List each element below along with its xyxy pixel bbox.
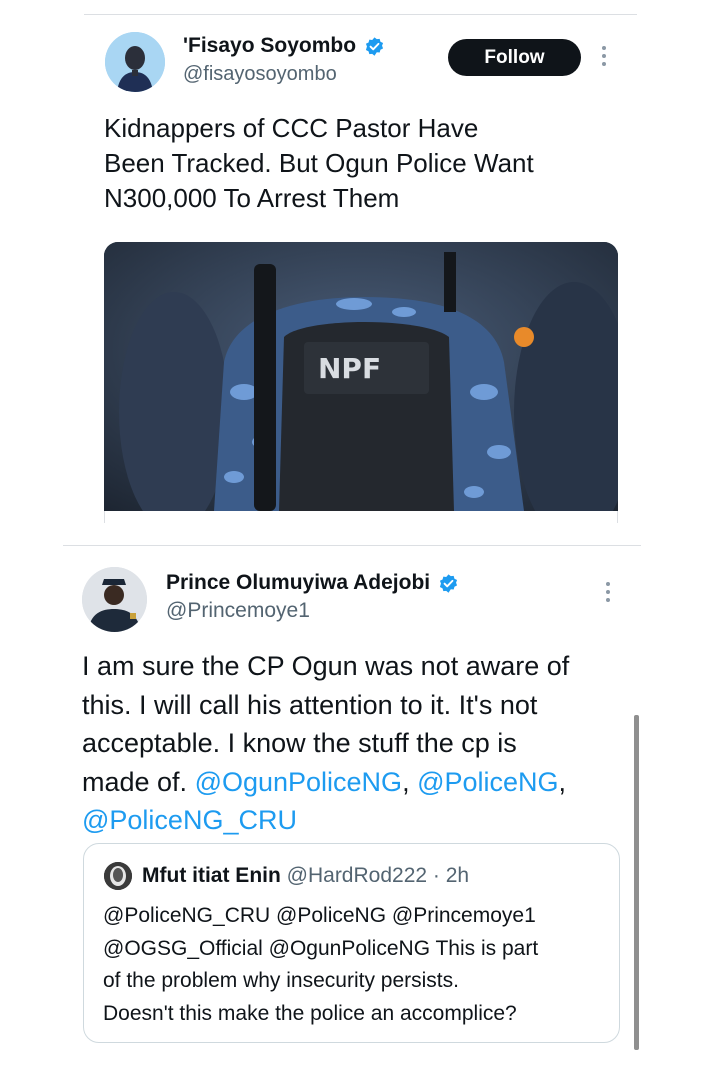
tweet1-text: Kidnappers of CCC Pastor Have Been Track… <box>104 111 534 216</box>
tweet2-text: I am sure the CP Ogun was not aware of t… <box>82 647 569 840</box>
top-divider <box>84 14 637 15</box>
tweet2-text-line: @PoliceNG_CRU <box>82 801 569 840</box>
scrollbar[interactable] <box>634 715 639 1050</box>
tweet1-author-handle[interactable]: @fisayosoyombo <box>183 63 337 86</box>
police-photo: NPF <box>104 242 618 511</box>
tweet1-text-line: N300,000 To Arrest Them <box>104 183 400 213</box>
tweet1-media-image[interactable]: NPF <box>104 242 618 511</box>
avatar-mfut[interactable] <box>104 862 132 890</box>
quote-text-line: Doesn't this make the police an accompli… <box>103 1001 517 1025</box>
quote-text-line: of the problem why insecurity persists. <box>103 969 459 992</box>
quote-text-line: @OGSG_Official @OgunPoliceNG This is par… <box>103 936 539 960</box>
follow-button[interactable]: Follow <box>448 39 581 76</box>
verified-badge-icon <box>438 573 459 594</box>
avatar-fisayo-image <box>105 32 165 92</box>
tweet2-text-prefix: made of. <box>82 766 195 797</box>
quote-author-handle[interactable]: @HardRod222 <box>287 864 427 887</box>
quote-text: @PoliceNG_CRU @PoliceNG @Princemoye1 @OG… <box>103 900 538 1030</box>
tweet1-text-line: Been Tracked. But Ogun Police Want <box>104 148 534 178</box>
quote-timestamp: · 2h <box>432 864 470 887</box>
tweet1-author-name[interactable]: 'Fisayo Soyombo <box>183 34 385 58</box>
tweet2-author-name-text: Prince Olumuyiwa Adejobi <box>166 571 431 594</box>
avatar-prince-image <box>82 567 147 632</box>
mention-link[interactable]: @OgunPoliceNG <box>195 767 403 797</box>
tweet2-text-line: this. I will call his attention to it. I… <box>82 689 538 720</box>
avatar-prince[interactable] <box>82 567 147 632</box>
tweet2-text-line: I am sure the CP Ogun was not aware of <box>82 651 570 681</box>
media-bottom-line <box>104 511 105 523</box>
avatar-fisayo[interactable] <box>105 32 165 92</box>
more-options-icon[interactable] <box>602 46 608 70</box>
tweet2-text-line: made of. @OgunPoliceNG, @PoliceNG, <box>82 763 569 802</box>
more-options-icon[interactable] <box>606 582 612 606</box>
tweet-divider <box>63 545 641 546</box>
mention-separator: , <box>402 766 418 797</box>
tweet2-author-name[interactable]: Prince Olumuyiwa Adejobi <box>166 571 459 595</box>
mention-separator: , <box>558 766 567 797</box>
quote-author-name[interactable]: Mfut itiat Enin <box>142 864 281 887</box>
verified-badge-icon <box>364 36 385 57</box>
mention-link[interactable]: @PoliceNG <box>417 767 558 797</box>
avatar-mfut-image <box>104 862 132 890</box>
tweet2-text-line: acceptable. I know the stuff the cp is <box>82 728 517 758</box>
tweet2-author-handle[interactable]: @Princemoye1 <box>166 599 310 623</box>
quote-text-line: @PoliceNG_CRU @PoliceNG @Princemoye1 <box>103 904 536 927</box>
quote-author-line: Mfut itiat Enin @HardRod222 · 2h <box>142 864 469 888</box>
mention-link[interactable]: @PoliceNG_CRU <box>82 805 297 835</box>
npf-vest-label: NPF <box>318 352 381 385</box>
tweet1-author-name-text: 'Fisayo Soyombo <box>183 34 357 57</box>
media-bottom-line <box>617 511 618 523</box>
tweet1-text-line: Kidnappers of CCC Pastor Have <box>104 113 479 143</box>
